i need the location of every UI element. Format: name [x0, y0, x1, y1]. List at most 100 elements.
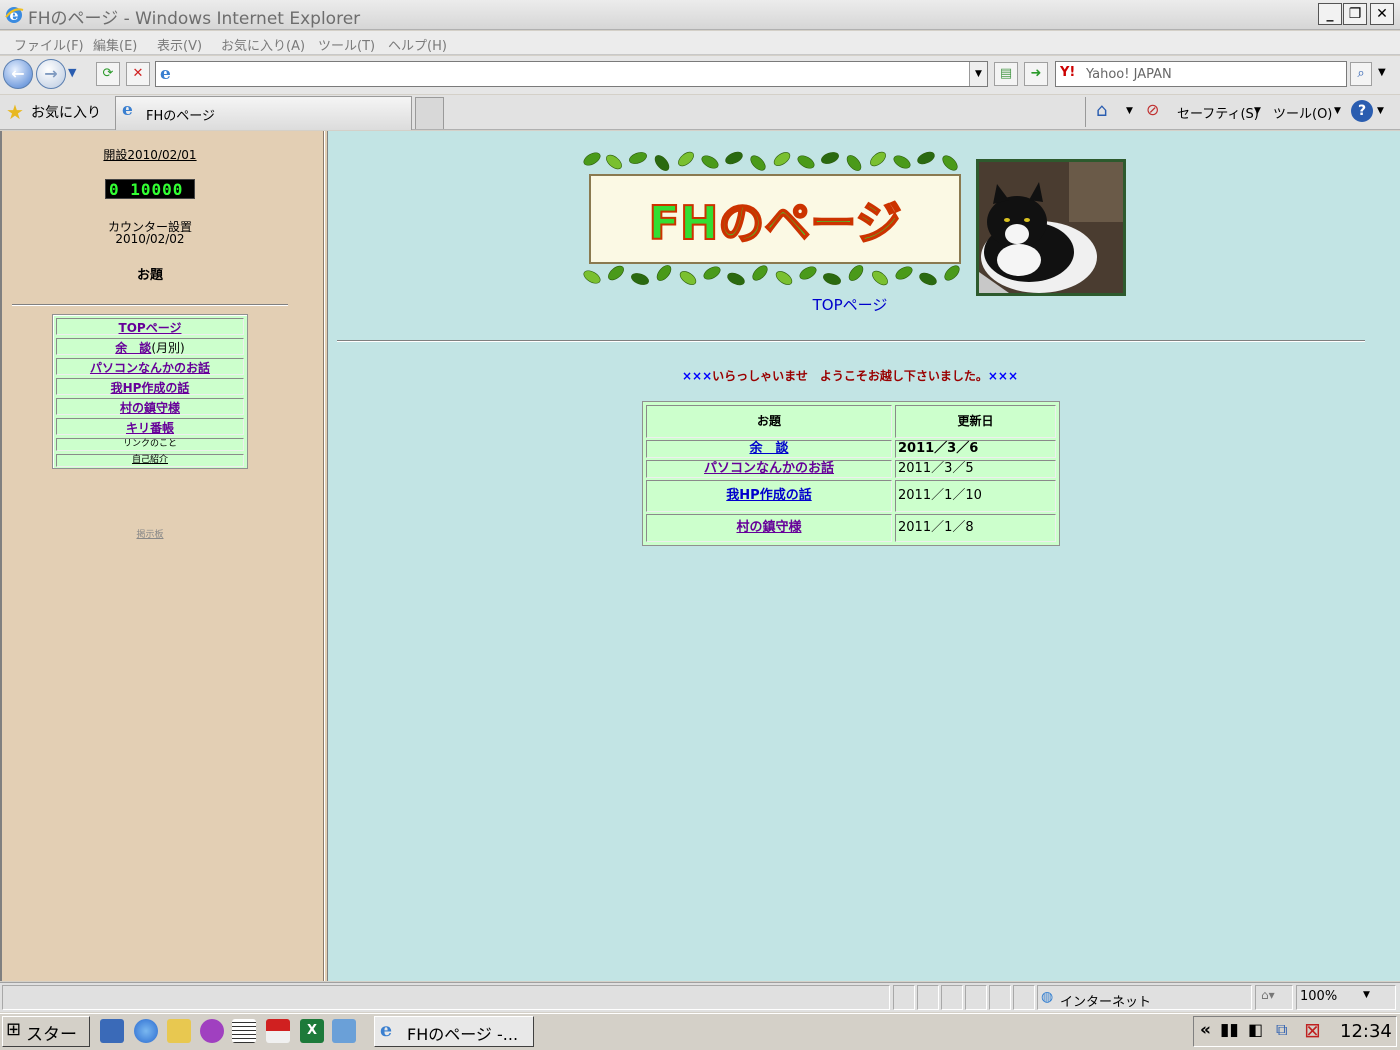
menu-link-profile[interactable]: 自己紹介: [132, 455, 168, 465]
status-bar: ◍ インターネット ⌂▾ 100% ▼: [0, 982, 1400, 1012]
notepad-quicklaunch-icon[interactable]: [232, 1019, 256, 1043]
restore-button[interactable]: ❐: [1343, 3, 1367, 25]
search-options-icon[interactable]: ▼: [1378, 67, 1386, 78]
ie-quicklaunch-icon[interactable]: [134, 1019, 158, 1043]
menu-view[interactable]: 表示(V): [157, 35, 202, 54]
welcome-text: いらっしゃいませ ようこそお越し下さいました。: [712, 369, 988, 383]
mail-icon[interactable]: ⊠: [1304, 1018, 1321, 1042]
network-quicklaunch-icon[interactable]: [332, 1019, 356, 1043]
tools-dropdown-icon[interactable]: ▼: [1334, 106, 1341, 116]
menu-tools[interactable]: ツール(T): [318, 35, 375, 54]
volume-icon[interactable]: ◧: [1248, 1020, 1263, 1039]
home-dropdown-icon[interactable]: ▼: [1126, 106, 1133, 116]
cat-image: [979, 162, 1123, 293]
history-dropdown-icon[interactable]: ▼: [68, 66, 76, 79]
tab-fh-page[interactable]: e FHのページ: [115, 96, 412, 130]
topics-heading: お題: [136, 268, 163, 283]
opened-date: 開設2010/02/01: [103, 148, 197, 162]
stop-icon[interactable]: ✕: [126, 62, 150, 86]
menu-link-hp[interactable]: 我HP作成の話: [111, 381, 190, 395]
search-placeholder: Yahoo! JAPAN: [1086, 67, 1172, 82]
close-button[interactable]: ✕: [1370, 3, 1394, 25]
compatibility-view-icon[interactable]: ▤: [994, 62, 1018, 86]
task-ie-icon: e: [380, 1019, 393, 1041]
flag-quicklaunch-icon[interactable]: [266, 1019, 290, 1043]
zoom-dropdown-icon[interactable]: ▼: [1363, 990, 1370, 1000]
topic-link-pc[interactable]: パソコンなんかのお話: [704, 461, 834, 476]
window-title: FHのページ - Windows Internet Explorer: [28, 9, 361, 29]
table-row: 我HP作成の話: [646, 480, 892, 512]
top-page-link[interactable]: TOPページ: [760, 294, 940, 315]
menu-favorites[interactable]: お気に入り(A): [221, 35, 305, 54]
go-icon[interactable]: ➜: [1024, 62, 1048, 86]
topic-link-yodan[interactable]: 余 談: [749, 441, 788, 456]
safety-menu[interactable]: セーフティ(S): [1177, 103, 1259, 122]
back-button[interactable]: ←: [3, 59, 33, 89]
menu-help[interactable]: ヘルプ(H): [388, 35, 447, 54]
favorites-button[interactable]: お気に入り: [31, 102, 101, 122]
address-dropdown-icon[interactable]: ▼: [969, 62, 987, 86]
search-icon[interactable]: ⌕: [1350, 62, 1372, 86]
menu-link-pc[interactable]: パソコンなんかのお話: [90, 361, 210, 375]
menu-row-pc: パソコンなんかのお話: [56, 358, 244, 375]
menu-row-links: リンクのこと: [56, 438, 244, 451]
menu-file[interactable]: ファイル(F): [14, 35, 84, 54]
menu-link-kiriban[interactable]: キリ番帳: [126, 421, 174, 435]
menu-link-shrine[interactable]: 村の鎮守様: [120, 401, 180, 415]
signal-icon[interactable]: ▮▮: [1220, 1020, 1239, 1040]
menu-bar: ファイル(F) 編集(E) 表示(V) お気に入り(A) ツール(T) ヘルプ(…: [0, 31, 1400, 55]
app-quicklaunch-icon[interactable]: [200, 1019, 224, 1043]
forward-button[interactable]: →: [36, 59, 66, 89]
taskbar-ie-window[interactable]: e FHのページ -...: [374, 1016, 534, 1047]
globe-icon: ◍: [1041, 989, 1054, 1005]
topic-link-hp[interactable]: 我HP作成の話: [726, 488, 811, 503]
new-tab-button[interactable]: [415, 97, 444, 129]
help-dropdown-icon[interactable]: ▼: [1377, 106, 1384, 116]
main-divider: [337, 340, 1365, 342]
menu-edit[interactable]: 編集(E): [93, 35, 137, 54]
status-seg: [1013, 985, 1035, 1010]
excel-quicklaunch-icon[interactable]: X: [300, 1019, 324, 1043]
tray-expand-icon[interactable]: «: [1200, 1020, 1211, 1040]
start-button[interactable]: ⊞ スタート: [2, 1016, 90, 1047]
network-icon[interactable]: ⧉: [1276, 1020, 1287, 1040]
zone-indicator[interactable]: ◍ インターネット: [1037, 985, 1252, 1010]
show-desktop-icon[interactable]: [100, 1019, 124, 1043]
tools-menu[interactable]: ツール(O): [1273, 103, 1332, 122]
status-seg: [989, 985, 1011, 1010]
zoom-control[interactable]: 100% ▼: [1296, 985, 1396, 1010]
cat-illustration: [979, 162, 1123, 293]
tab-ie-icon: e: [122, 100, 133, 120]
ie-logo-icon: e: [5, 7, 24, 24]
windows-logo-icon: ⊞: [6, 1019, 22, 1040]
menu-row-shrine: 村の鎮守様: [56, 398, 244, 415]
menu-link-yodan[interactable]: 余 談: [115, 341, 151, 355]
menu-yodan-monthly: (月別): [151, 341, 185, 355]
help-icon[interactable]: ?: [1351, 100, 1373, 122]
refresh-icon[interactable]: ⟳: [96, 62, 120, 86]
search-input[interactable]: Y! Yahoo! JAPAN: [1055, 61, 1347, 87]
system-tray: « ▮▮ ◧ ⧉ ⊠ 12:34: [1193, 1016, 1397, 1047]
status-seg: [941, 985, 963, 1010]
safety-dropdown-icon[interactable]: ▼: [1254, 106, 1261, 116]
side-menu-table: TOPページ 余 談(月別) パソコンなんかのお話 我HP作成の話 村の鎮守様 …: [52, 314, 248, 469]
favorites-star-icon[interactable]: ★: [6, 100, 24, 124]
left-frame: [0, 131, 324, 981]
bbs-link[interactable]: 掲示板: [0, 527, 300, 540]
table-header-topic: お題: [646, 405, 892, 438]
minimize-button[interactable]: _: [1318, 3, 1342, 25]
address-field[interactable]: e ▼: [155, 61, 988, 87]
banner-title: FHのページ: [648, 196, 901, 250]
status-seg: [893, 985, 915, 1010]
rss-feed-icon[interactable]: ⊘: [1146, 100, 1159, 119]
site-banner: FHのページ: [580, 149, 972, 292]
topic-link-shrine[interactable]: 村の鎮守様: [736, 520, 801, 535]
explorer-quicklaunch-icon[interactable]: [167, 1019, 191, 1043]
banner-graphic: FHのページ: [583, 151, 961, 286]
protected-mode[interactable]: ⌂▾: [1255, 985, 1293, 1010]
zoom-value: 100%: [1300, 989, 1338, 1004]
home-icon[interactable]: ⌂: [1096, 100, 1107, 121]
task-ie-label: FHのページ -...: [407, 1025, 519, 1044]
page-ie-icon: e: [160, 64, 171, 84]
menu-link-top[interactable]: TOPページ: [119, 321, 182, 335]
